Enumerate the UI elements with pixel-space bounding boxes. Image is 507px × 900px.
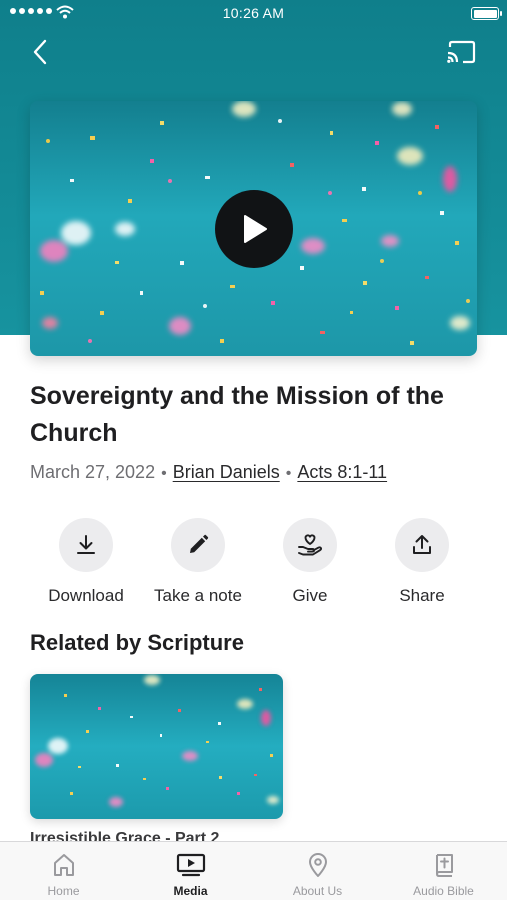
play-button[interactable]: [215, 190, 293, 268]
tab-home[interactable]: Home: [0, 842, 127, 900]
take-note-button[interactable]: Take a note: [142, 518, 254, 606]
give-label: Give: [292, 586, 328, 605]
download-button[interactable]: Download: [30, 518, 142, 606]
give-button[interactable]: Give: [254, 518, 366, 606]
cast-button[interactable]: [445, 38, 477, 66]
back-button[interactable]: [26, 38, 54, 66]
related-item-card[interactable]: [30, 674, 283, 819]
tab-label: About Us: [292, 884, 343, 898]
speaker-link[interactable]: Brian Daniels: [173, 462, 280, 482]
location-pin-icon: [307, 851, 329, 879]
download-icon: [59, 518, 113, 572]
tab-audio-bible[interactable]: Audio Bible: [380, 842, 507, 900]
tab-media[interactable]: Media: [127, 842, 254, 900]
take-note-label: Take a note: [154, 586, 242, 605]
meta-separator: •: [161, 465, 167, 482]
share-button[interactable]: Share: [366, 518, 478, 606]
related-item-thumbnail: [30, 674, 283, 819]
media-tv-icon: [176, 851, 206, 879]
video-player[interactable]: [30, 101, 477, 356]
pencil-icon: [171, 518, 225, 572]
tab-label: Home: [47, 884, 80, 898]
download-label: Download: [48, 586, 124, 605]
share-icon: [395, 518, 449, 572]
sermon-title: Sovereignty and the Mission of the Churc…: [30, 382, 444, 447]
cast-icon: [447, 40, 476, 64]
meta-separator: •: [285, 465, 292, 482]
home-icon: [52, 851, 76, 879]
play-icon: [244, 215, 267, 243]
battery-icon: [471, 7, 502, 20]
status-time: 10:26 AM: [222, 5, 285, 21]
action-row: Download Take a note Give Share: [30, 518, 477, 608]
share-label: Share: [399, 586, 445, 605]
related-section-title: Related by Scripture: [30, 630, 244, 655]
sermon-date: March 27, 2022: [30, 462, 156, 482]
tab-bar: Home Media About Us Audio Bible: [0, 841, 507, 900]
scripture-link[interactable]: Acts 8:1-11: [297, 462, 387, 482]
bible-book-icon: [433, 851, 455, 879]
tab-about-us[interactable]: About Us: [254, 842, 381, 900]
give-hand-heart-icon: [283, 518, 337, 572]
tab-label: Audio Bible: [413, 884, 474, 898]
status-bar: 10:26 AM: [0, 0, 507, 28]
tab-label: Media: [173, 884, 208, 898]
sermon-meta: March 27, 2022 • Brian Daniels • Acts 8:1-11: [30, 462, 490, 483]
chevron-left-icon: [33, 39, 47, 65]
